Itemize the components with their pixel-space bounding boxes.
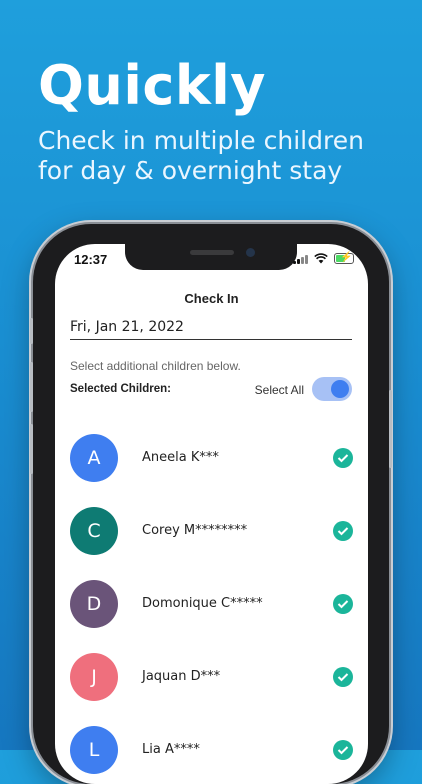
phone-screen: 12:37 ⚡ Check In Fri, Jan 21, 2022 Selec… (55, 244, 368, 784)
child-name: Domonique C***** (142, 596, 263, 611)
check-icon[interactable] (333, 448, 353, 468)
selected-children-label: Selected Children: (70, 383, 171, 395)
check-icon[interactable] (333, 740, 353, 760)
phone-side-button (389, 390, 392, 468)
date-field[interactable]: Fri, Jan 21, 2022 (70, 319, 352, 340)
avatar: C (70, 507, 118, 555)
list-item[interactable]: C Corey M******** (55, 507, 368, 580)
page-title: Check In (184, 291, 239, 306)
child-name: Jaquan D*** (142, 669, 221, 684)
speaker (190, 250, 234, 255)
toggle-knob (331, 380, 349, 398)
child-name: Corey M******** (142, 523, 248, 538)
list-item[interactable]: D Domonique C***** (55, 580, 368, 653)
status-time: 12:37 (74, 252, 108, 267)
front-camera (246, 248, 255, 257)
check-icon[interactable] (333, 594, 353, 614)
avatar: L (70, 726, 118, 774)
headline: Quickly (38, 54, 266, 117)
avatar: J (70, 653, 118, 701)
wifi-icon (314, 253, 328, 264)
phone-side-button (30, 362, 33, 412)
list-item[interactable]: J Jaquan D*** (55, 653, 368, 726)
check-icon[interactable] (333, 667, 353, 687)
children-list: A Aneela K*** C Corey M******** D Domoni… (55, 434, 368, 784)
phone-side-button (30, 424, 33, 474)
select-all-label: Select All (254, 383, 304, 397)
signal-icon (293, 254, 308, 264)
phone-side-button (30, 318, 33, 344)
avatar: A (70, 434, 118, 482)
select-all-toggle[interactable] (312, 377, 352, 401)
notch (125, 244, 297, 270)
child-name: Aneela K*** (142, 450, 219, 465)
avatar: D (70, 580, 118, 628)
instruction-text: Select additional children below. (70, 359, 241, 373)
list-item[interactable]: A Aneela K*** (55, 434, 368, 507)
check-icon[interactable] (333, 521, 353, 541)
battery-icon: ⚡ (334, 252, 354, 264)
list-item[interactable]: L Lia A**** (55, 726, 368, 784)
status-icons: ⚡ (293, 252, 354, 264)
subheadline: Check in multiple children for day & ove… (38, 126, 364, 185)
